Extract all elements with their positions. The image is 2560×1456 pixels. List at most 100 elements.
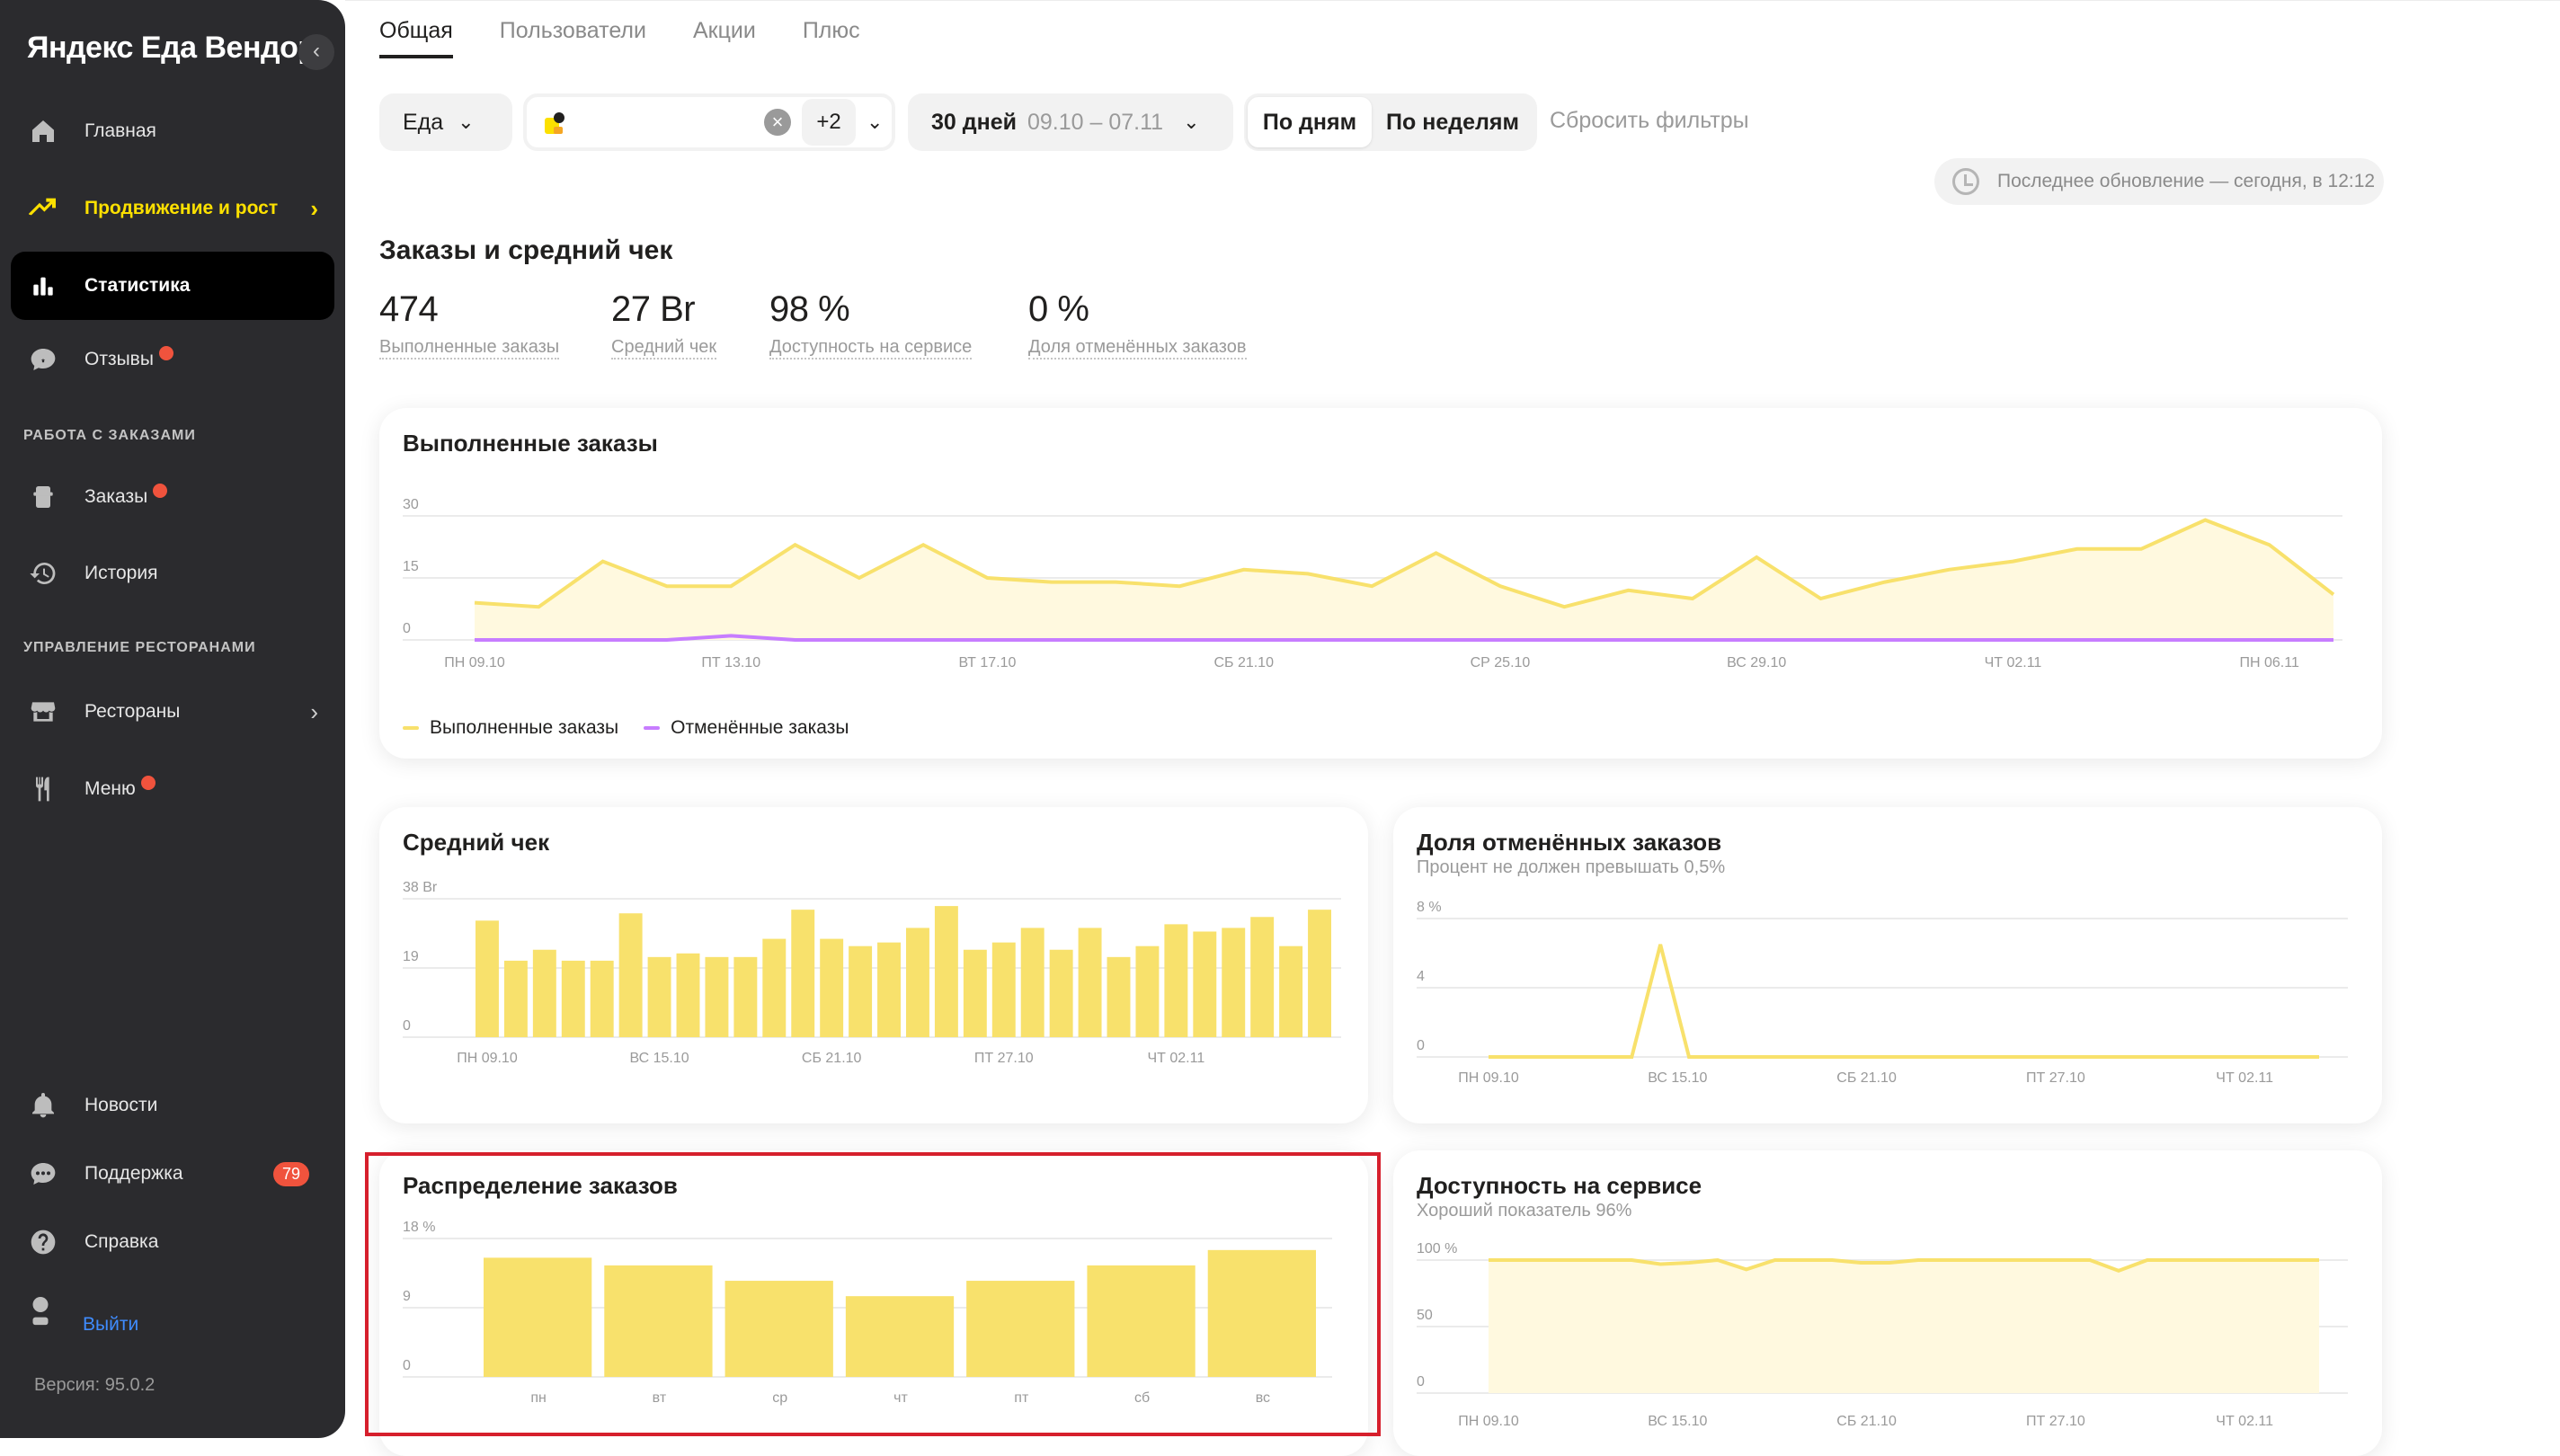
y-tick-label: 30 bbox=[403, 497, 419, 512]
sidebar-item-stats[interactable]: Статистика bbox=[11, 252, 334, 320]
x-tick-label: ЧТ 02.11 bbox=[2216, 1070, 2273, 1086]
restaurant-logo-icon bbox=[541, 109, 568, 136]
support-count-badge: 79 bbox=[273, 1162, 309, 1186]
x-tick-label: ВС 29.10 bbox=[1727, 655, 1786, 670]
sidebar-item-label: Поддержка bbox=[84, 1163, 183, 1185]
granularity-toggle: По дням По неделям bbox=[1244, 93, 1537, 151]
x-tick-label: ПН 09.10 bbox=[444, 655, 505, 670]
tabs-divider bbox=[345, 0, 2560, 1]
bar bbox=[1308, 910, 1331, 1037]
bar-chart-icon bbox=[27, 270, 59, 302]
y-tick-label: 8 % bbox=[1417, 900, 1442, 915]
tab-general[interactable]: Общая bbox=[379, 18, 453, 58]
by-days-option[interactable]: По дням bbox=[1248, 97, 1372, 147]
x-tick-label: ЧТ 02.11 bbox=[1147, 1051, 1204, 1066]
logout-link[interactable]: Выйти bbox=[83, 1314, 138, 1336]
period-select[interactable]: 30 дней 09.10 – 07.11 ⌄ bbox=[908, 93, 1233, 151]
legend-item-completed[interactable]: Выполненные заказы bbox=[403, 717, 618, 739]
reset-filters-link[interactable]: Сбросить фильтры bbox=[1550, 108, 1749, 134]
y-tick-label: 0 bbox=[403, 621, 411, 636]
fork-knife-icon bbox=[27, 773, 59, 805]
sidebar-item-label: История bbox=[84, 563, 157, 584]
stat-value: 474 bbox=[379, 289, 559, 330]
bar bbox=[935, 906, 958, 1037]
y-tick-label: 38 Br bbox=[403, 880, 438, 895]
bell-icon bbox=[27, 1089, 59, 1122]
tab-promotions[interactable]: Акции bbox=[693, 18, 756, 58]
sidebar-item-help[interactable]: Справка bbox=[11, 1208, 334, 1276]
stat-label[interactable]: Выполненные заказы bbox=[379, 337, 559, 360]
y-tick-label: 4 bbox=[1417, 969, 1425, 984]
period-range: 09.10 – 07.11 bbox=[1027, 110, 1163, 136]
y-tick-label: 50 bbox=[1417, 1308, 1433, 1323]
sidebar-item-label: Главная bbox=[84, 120, 156, 142]
notification-dot bbox=[153, 484, 167, 498]
y-tick-label: 100 % bbox=[1417, 1241, 1457, 1256]
x-tick-label: ПН 09.10 bbox=[457, 1051, 518, 1066]
bar bbox=[1193, 931, 1216, 1037]
clear-selection-icon[interactable]: × bbox=[764, 109, 791, 136]
app-version: Версия: 95.0.2 bbox=[34, 1375, 155, 1396]
bar bbox=[1021, 928, 1044, 1037]
more-restaurants-chip[interactable]: +2 bbox=[802, 99, 856, 146]
sidebar-item-restaurants[interactable]: Рестораны › bbox=[11, 678, 334, 746]
x-tick-label: ВС 15.10 bbox=[629, 1051, 689, 1066]
period-value: 30 дней bbox=[931, 110, 1017, 136]
chevron-down-icon: ⌄ bbox=[458, 111, 474, 134]
collapse-sidebar-button[interactable]: ‹ bbox=[298, 34, 334, 70]
help-icon bbox=[27, 1226, 59, 1258]
sidebar-item-menu[interactable]: Меню bbox=[11, 755, 334, 823]
chat-icon bbox=[27, 1158, 59, 1190]
bar bbox=[677, 954, 700, 1037]
sidebar-item-label: Продвижение и рост bbox=[84, 198, 278, 219]
last-update-text: Последнее обновление — сегодня, в 12:12 bbox=[1997, 171, 2375, 192]
sidebar-item-support[interactable]: Поддержка 79 bbox=[11, 1140, 334, 1208]
stat-availability: 98 % Доступность на сервисе bbox=[769, 289, 972, 360]
bar bbox=[1135, 946, 1159, 1037]
stat-avg-check: 27 Br Средний чек bbox=[611, 289, 716, 360]
bar bbox=[762, 939, 786, 1037]
x-tick-label: СР 25.10 bbox=[1471, 655, 1531, 670]
legend-item-cancelled[interactable]: Отменённые заказы bbox=[644, 717, 849, 739]
x-tick-label: СБ 21.10 bbox=[1836, 1070, 1897, 1086]
sidebar: Яндекс Еда Вендор ‹ Главная Продвижение … bbox=[0, 0, 345, 1438]
availability-card: Доступность на сервисе Хороший показател… bbox=[1393, 1150, 2382, 1456]
top-tabs: Общая Пользователи Акции Плюс bbox=[379, 18, 860, 58]
x-tick-label: ПТ 13.10 bbox=[701, 655, 760, 670]
stat-label[interactable]: Доля отменённых заказов bbox=[1028, 337, 1247, 360]
legend-label: Выполненные заказы bbox=[430, 717, 618, 738]
tab-plus[interactable]: Плюс bbox=[803, 18, 860, 58]
bar bbox=[504, 961, 528, 1037]
by-weeks-option[interactable]: По неделям bbox=[1372, 97, 1533, 147]
sidebar-item-orders[interactable]: Заказы bbox=[11, 463, 334, 531]
stat-completed: 474 Выполненные заказы bbox=[379, 289, 559, 360]
user-icon bbox=[25, 1294, 56, 1335]
x-tick-label: ПТ 27.10 bbox=[2026, 1414, 2085, 1429]
tab-users[interactable]: Пользователи bbox=[500, 18, 646, 58]
bar bbox=[1079, 928, 1102, 1037]
highlight-frame bbox=[365, 1152, 1381, 1436]
sidebar-item-label: Новости bbox=[84, 1095, 157, 1116]
completed-orders-chart: 30150ПН 09.10ПТ 13.10ВТ 17.10СБ 21.10СР … bbox=[379, 408, 2382, 759]
sidebar-item-home[interactable]: Главная bbox=[11, 97, 334, 165]
sidebar-item-promo[interactable]: Продвижение и рост › bbox=[11, 174, 334, 243]
sidebar-item-news[interactable]: Новости bbox=[11, 1071, 334, 1140]
avg-check-card: Средний чек 38 Br190ПН 09.10ВС 15.10СБ 2… bbox=[379, 807, 1368, 1123]
cancel-share-chart: 8 %40ПН 09.10ВС 15.10СБ 21.10ПТ 27.10ЧТ … bbox=[1393, 807, 2382, 1123]
bar bbox=[964, 950, 987, 1037]
x-tick-label: ПН 09.10 bbox=[1458, 1070, 1519, 1086]
service-select[interactable]: Еда ⌄ bbox=[379, 93, 512, 151]
bar bbox=[562, 961, 585, 1037]
restaurant-select[interactable]: × +2 ⌄ bbox=[523, 93, 895, 151]
y-tick-label: 15 bbox=[403, 559, 419, 574]
bar bbox=[877, 943, 901, 1037]
bar bbox=[992, 943, 1016, 1037]
sidebar-item-label: Рестораны bbox=[84, 701, 180, 723]
review-icon bbox=[27, 343, 59, 376]
sidebar-item-reviews[interactable]: Отзывы bbox=[11, 325, 334, 394]
sidebar-item-history[interactable]: История bbox=[11, 539, 334, 608]
stat-label[interactable]: Доступность на сервисе bbox=[769, 337, 972, 360]
bar bbox=[906, 928, 929, 1037]
notification-dot bbox=[141, 776, 156, 790]
stat-label[interactable]: Средний чек bbox=[611, 337, 716, 360]
